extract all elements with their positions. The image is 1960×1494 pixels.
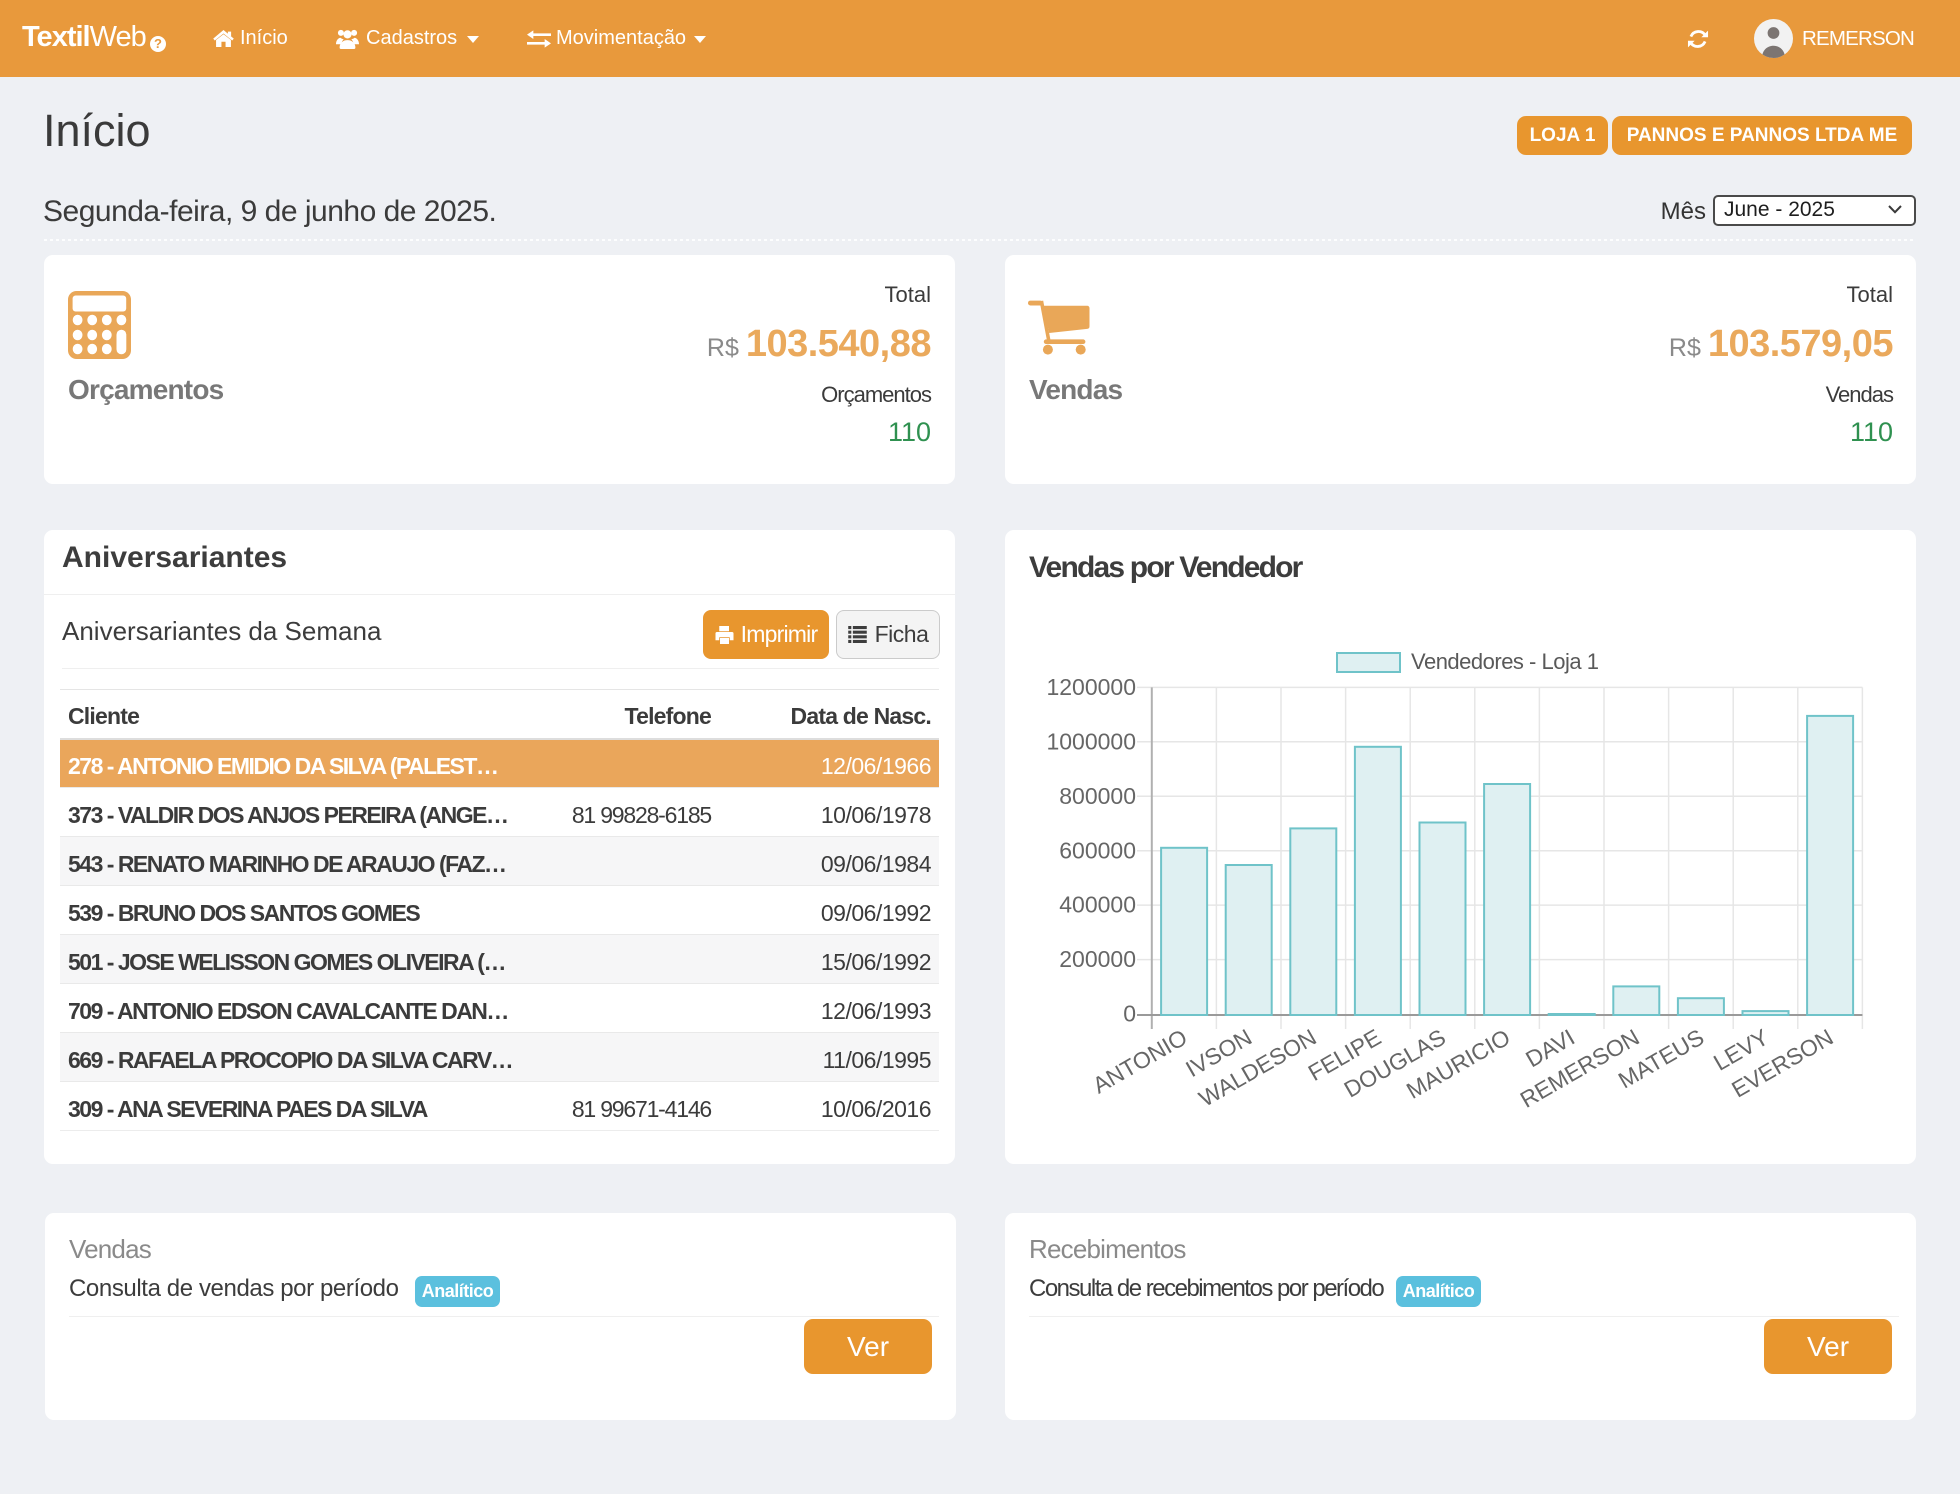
svg-text:200000: 200000: [1059, 946, 1136, 972]
svg-text:800000: 800000: [1059, 783, 1136, 809]
svg-text:1000000: 1000000: [1046, 728, 1136, 754]
svg-text:600000: 600000: [1059, 837, 1136, 863]
svg-text:0: 0: [1123, 1001, 1136, 1027]
svg-text:Vendedores - Loja 1: Vendedores - Loja 1: [1411, 649, 1599, 674]
svg-text:ANTONIO: ANTONIO: [1088, 1024, 1191, 1099]
svg-text:400000: 400000: [1059, 892, 1136, 918]
svg-text:1200000: 1200000: [1046, 674, 1136, 700]
